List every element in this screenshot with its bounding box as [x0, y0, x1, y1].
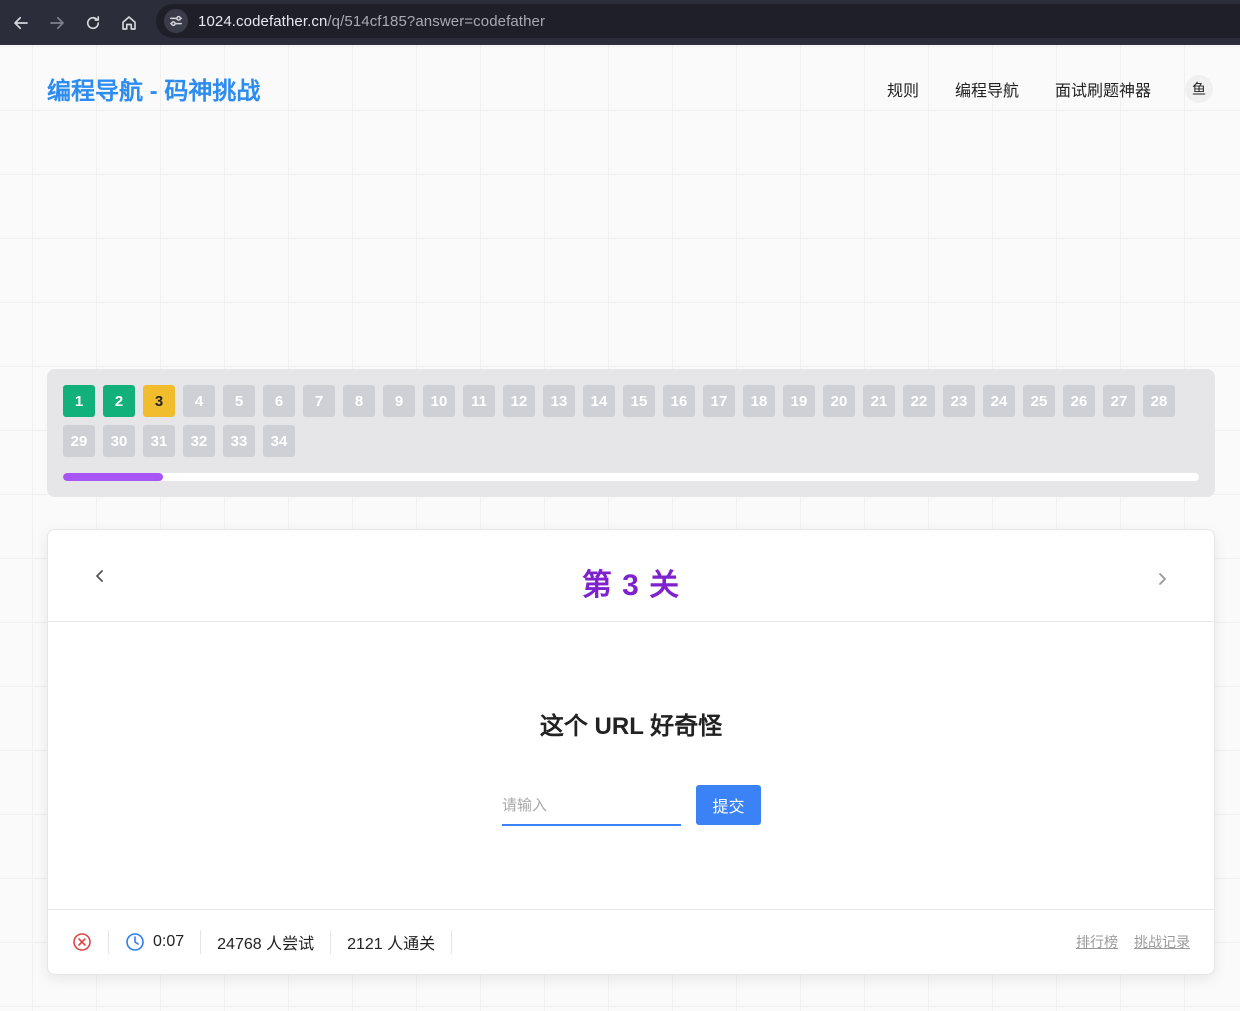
site-title[interactable]: 编程导航 - 码神挑战 [47, 71, 260, 106]
card-header: 第 3 关 [48, 530, 1214, 622]
url-path: /q/514cf185?answer=codefather [327, 12, 546, 30]
level-button-22[interactable]: 22 [903, 385, 935, 417]
top-nav: 规则 编程导航 面试刷题神器 鱼 [887, 75, 1240, 103]
level-button-11[interactable]: 11 [463, 385, 495, 417]
level-button-28[interactable]: 28 [1143, 385, 1175, 417]
progress-fill [63, 473, 163, 481]
address-bar[interactable]: 1024.codefather.cn/q/514cf185?answer=cod… [156, 4, 1240, 38]
site-settings-icon[interactable] [164, 9, 188, 33]
level-button-19[interactable]: 19 [783, 385, 815, 417]
url-host: 1024.codefather.cn [198, 12, 328, 30]
footer-links: 排行榜 挑战记录 [1060, 932, 1190, 952]
level-button-24[interactable]: 24 [983, 385, 1015, 417]
level-button-32[interactable]: 32 [183, 425, 215, 457]
submit-button[interactable]: 提交 [696, 785, 761, 825]
avatar[interactable]: 鱼 [1185, 75, 1213, 103]
arrow-right-icon [50, 16, 64, 29]
level-button-21[interactable]: 21 [863, 385, 895, 417]
level-button-8[interactable]: 8 [343, 385, 375, 417]
url-text: 1024.codefather.cn/q/514cf185?answer=cod… [198, 13, 545, 30]
level-button-31[interactable]: 31 [143, 425, 175, 457]
progress-bar [63, 473, 1199, 481]
nav-codenav-link[interactable]: 编程导航 [955, 77, 1019, 101]
home-button[interactable] [111, 5, 147, 41]
level-button-26[interactable]: 26 [1063, 385, 1095, 417]
challenge-card: 第 3 关 这个 URL 好奇怪 提交 0:07 24768 人尝试 2121 … [47, 529, 1215, 975]
records-link[interactable]: 挑战记录 [1134, 932, 1190, 952]
level-button-25[interactable]: 25 [1023, 385, 1055, 417]
site-header: 编程导航 - 码神挑战 规则 编程导航 面试刷题神器 鱼 [0, 45, 1240, 109]
level-button-2[interactable]: 2 [103, 385, 135, 417]
timer-value: 0:07 [153, 933, 185, 950]
home-icon [122, 15, 136, 30]
nav-interview-link[interactable]: 面试刷题神器 [1055, 77, 1151, 101]
clock-icon [126, 933, 144, 951]
answer-input[interactable] [502, 786, 681, 826]
attempts-stat: 24768 人尝试 [201, 930, 332, 954]
browser-toolbar: 1024.codefather.cn/q/514cf185?answer=cod… [0, 0, 1240, 45]
nav-rules-link[interactable]: 规则 [887, 77, 919, 101]
level-button-29[interactable]: 29 [63, 425, 95, 457]
level-selector: 1 2 3 4 5 6 7 8 9 10 11 12 13 14 15 16 17 18 19 20 21 22 23 24 2… [47, 369, 1215, 497]
back-button[interactable] [3, 5, 39, 41]
level-button-18[interactable]: 18 [743, 385, 775, 417]
reload-icon [86, 15, 100, 29]
level-button-14[interactable]: 14 [583, 385, 615, 417]
level-button-1[interactable]: 1 [63, 385, 95, 417]
level-button-9[interactable]: 9 [383, 385, 415, 417]
level-button-17[interactable]: 17 [703, 385, 735, 417]
level-grid: 1 2 3 4 5 6 7 8 9 10 11 12 13 14 15 16 17 18 19 20 21 22 23 24 2… [63, 385, 1199, 465]
level-title: 第 3 关 [581, 569, 681, 602]
level-button-27[interactable]: 27 [1103, 385, 1135, 417]
forward-button[interactable] [39, 5, 75, 41]
level-button-30[interactable]: 30 [103, 425, 135, 457]
level-button-5[interactable]: 5 [223, 385, 255, 417]
leaderboard-link[interactable]: 排行榜 [1076, 932, 1118, 952]
level-button-33[interactable]: 33 [223, 425, 255, 457]
next-level-button[interactable] [1150, 567, 1174, 591]
level-button-34[interactable]: 34 [263, 425, 295, 457]
level-button-7[interactable]: 7 [303, 385, 335, 417]
passed-stat: 2121 人通关 [331, 930, 453, 954]
timer-stat: 0:07 [109, 930, 202, 954]
question-title: 这个 URL 好奇怪 [539, 713, 723, 740]
level-button-6[interactable]: 6 [263, 385, 295, 417]
close-circle-icon [73, 933, 91, 951]
status-stat [48, 930, 109, 954]
reload-button[interactable] [75, 5, 111, 41]
level-button-4[interactable]: 4 [183, 385, 215, 417]
level-button-12[interactable]: 12 [503, 385, 535, 417]
chevron-right-icon [1159, 573, 1166, 585]
level-button-23[interactable]: 23 [943, 385, 975, 417]
level-button-20[interactable]: 20 [823, 385, 855, 417]
card-footer: 0:07 24768 人尝试 2121 人通关 排行榜 挑战记录 [48, 909, 1214, 974]
level-button-3[interactable]: 3 [143, 385, 175, 417]
level-button-16[interactable]: 16 [663, 385, 695, 417]
level-button-13[interactable]: 13 [543, 385, 575, 417]
arrow-left-icon [14, 16, 28, 29]
level-button-10[interactable]: 10 [423, 385, 455, 417]
level-button-15[interactable]: 15 [623, 385, 655, 417]
